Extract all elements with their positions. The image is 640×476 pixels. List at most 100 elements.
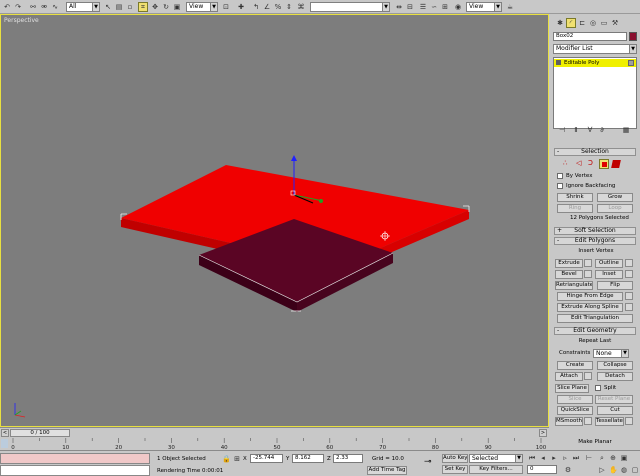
key-filters-button[interactable]: Key Filters... — [469, 465, 523, 474]
by-vertex-checkbox[interactable] — [557, 173, 563, 179]
object-color-swatch[interactable] — [629, 32, 637, 41]
edit-polygons-rollout-header[interactable]: - Edit Polygons — [554, 237, 636, 245]
layer-manager-icon[interactable]: ☰ — [418, 2, 428, 12]
detach-button[interactable]: Detach — [597, 372, 633, 381]
make-planar-button[interactable]: Make Planar — [557, 439, 633, 448]
zoom-icon[interactable]: ⌕ — [597, 453, 607, 463]
next-frame-icon[interactable]: ▹ — [560, 453, 570, 463]
key-mode-dropdown[interactable]: Selected ▼ — [469, 454, 523, 463]
select-rotate-icon[interactable]: ↻ — [161, 2, 171, 12]
box-object[interactable] — [121, 165, 469, 312]
select-move-icon[interactable]: ✥ — [150, 2, 160, 12]
snap-toggle-icon[interactable]: ↰ — [251, 2, 261, 12]
attach-button[interactable]: Attach — [555, 372, 583, 381]
retriangulate-button[interactable]: Retriangulate — [555, 281, 593, 290]
slice-button[interactable]: Slice — [557, 395, 593, 404]
element-subobject-icon[interactable] — [611, 160, 621, 168]
motion-tab-icon[interactable]: ◎ — [588, 18, 598, 28]
add-time-tag-button[interactable]: Add Time Tag — [367, 466, 407, 475]
y-coordinate-field[interactable]: 8.162 — [292, 454, 324, 463]
modifier-stack[interactable]: Editable Poly — [553, 57, 637, 129]
outline-settings-icon[interactable] — [625, 259, 633, 267]
select-object-icon[interactable]: ↖ — [103, 2, 113, 12]
ignore-backfacing-checkbox[interactable] — [557, 183, 563, 189]
pan-view-icon[interactable]: ✋ — [608, 465, 618, 475]
maxscript-listener-field[interactable] — [0, 453, 150, 464]
ring-button[interactable]: Ring — [557, 204, 593, 213]
play-icon[interactable]: ▸ — [549, 453, 559, 463]
extrude-along-spline-button[interactable]: Extrude Along Spline — [557, 303, 623, 312]
set-key-button[interactable]: Set Key — [442, 465, 468, 474]
slice-plane-button[interactable]: Slice Plane — [555, 384, 589, 393]
window-crossing-icon[interactable]: ⌗ — [138, 2, 148, 12]
stack-item-editable-poly[interactable]: Editable Poly — [554, 59, 636, 67]
edge-subobject-icon[interactable]: ◁ — [576, 159, 581, 167]
track-bar[interactable]: 0 10 20 30 40 50 60 70 80 90 100 — [0, 438, 549, 450]
time-slider-thumb[interactable]: 0 / 100 — [10, 429, 70, 437]
bevel-button[interactable]: Bevel — [555, 270, 583, 279]
select-link-icon[interactable]: ⚯ — [28, 2, 38, 12]
align-icon[interactable]: ⊟ — [405, 2, 415, 12]
time-slider[interactable]: < 0 / 100 > — [0, 427, 549, 438]
selection-filter-dropdown[interactable]: All ▼ — [66, 2, 100, 12]
split-checkbox[interactable] — [595, 385, 601, 391]
lock-selection-icon[interactable]: 🔒 — [221, 454, 231, 464]
extrude-button[interactable]: Extrude — [555, 259, 583, 268]
select-scale-icon[interactable]: ▣ — [172, 2, 182, 12]
slider-right-icon[interactable]: > — [539, 429, 547, 437]
object-name-field[interactable]: Box02 — [553, 32, 627, 41]
field-of-view-icon[interactable]: ▷ — [597, 465, 607, 475]
key-mode-toggle-icon[interactable]: ⊢ — [584, 453, 594, 463]
rect-selection-icon[interactable]: ▫ — [125, 2, 135, 12]
flip-button[interactable]: Flip — [597, 281, 633, 290]
named-selection-sets-dropdown[interactable]: ▼ — [310, 2, 390, 12]
soft-selection-rollout-header[interactable]: + Soft Selection — [554, 227, 636, 235]
named-selection-icon[interactable]: ⌘ — [296, 2, 306, 12]
make-unique-icon[interactable]: ∀ — [585, 125, 595, 135]
tessellate-settings-icon[interactable] — [625, 417, 633, 425]
extrude-spline-settings-icon[interactable] — [625, 303, 633, 311]
perspective-viewport[interactable]: Perspective — [0, 14, 549, 427]
insert-vertex-button[interactable]: Insert Vertex — [571, 248, 621, 257]
previous-frame-icon[interactable]: ◂ — [538, 453, 548, 463]
stack-item-toggle-icon[interactable] — [628, 60, 634, 66]
grow-button[interactable]: Grow — [597, 193, 633, 202]
stack-expand-icon[interactable] — [556, 60, 561, 65]
polygon-subobject-icon[interactable] — [599, 159, 609, 169]
constraints-dropdown[interactable]: None ▼ — [593, 349, 629, 358]
select-by-name-icon[interactable]: ▤ — [114, 2, 124, 12]
hierarchy-tab-icon[interactable]: ⊏ — [577, 18, 587, 28]
loop-button[interactable]: Loop — [597, 204, 633, 213]
track-bar-toggle-icon[interactable] — [1, 439, 8, 448]
extrude-settings-icon[interactable] — [584, 259, 592, 267]
zoom-all-icon[interactable]: ⊕ — [608, 453, 618, 463]
bind-spacewarp-icon[interactable]: ∿ — [50, 2, 60, 12]
material-editor-icon[interactable]: ◉ — [453, 2, 463, 12]
slider-left-icon[interactable]: < — [1, 429, 9, 437]
create-tab-icon[interactable]: ✱ — [555, 18, 565, 28]
edit-geometry-rollout-header[interactable]: - Edit Geometry — [554, 327, 636, 335]
ref-coord-dropdown[interactable]: View ▼ — [186, 2, 218, 12]
angle-snap-icon[interactable]: ∠ — [262, 2, 272, 12]
absolute-mode-icon[interactable]: ⊞ — [232, 454, 242, 464]
attach-settings-icon[interactable] — [584, 372, 592, 380]
configure-sets-icon[interactable]: ▦ — [621, 125, 631, 135]
x-coordinate-field[interactable]: -25.744 — [250, 454, 283, 463]
border-subobject-icon[interactable]: Ↄ — [588, 159, 593, 167]
inset-button[interactable]: Inset — [595, 270, 623, 279]
bevel-settings-icon[interactable] — [584, 270, 592, 278]
modifier-list-dropdown[interactable]: Modifier List ▼ — [553, 44, 637, 54]
zoom-extents-icon[interactable]: ▣ — [619, 453, 629, 463]
pivot-center-icon[interactable]: ⊡ — [221, 2, 231, 12]
selection-rollout-header[interactable]: - Selection — [554, 148, 636, 156]
display-tab-icon[interactable]: ▭ — [599, 18, 609, 28]
unlink-icon[interactable]: ⚮ — [39, 2, 49, 12]
shrink-button[interactable]: Shrink — [557, 193, 593, 202]
outline-button[interactable]: Outline — [595, 259, 623, 268]
percent-snap-icon[interactable]: % — [273, 2, 283, 12]
edit-triangulation-button[interactable]: Edit Triangulation — [557, 314, 633, 323]
quickslice-button[interactable]: QuickSlice — [557, 406, 593, 415]
collapse-button[interactable]: Collapse — [597, 361, 633, 370]
hinge-settings-icon[interactable] — [625, 292, 633, 300]
reset-plane-button[interactable]: Reset Plane — [595, 395, 633, 404]
